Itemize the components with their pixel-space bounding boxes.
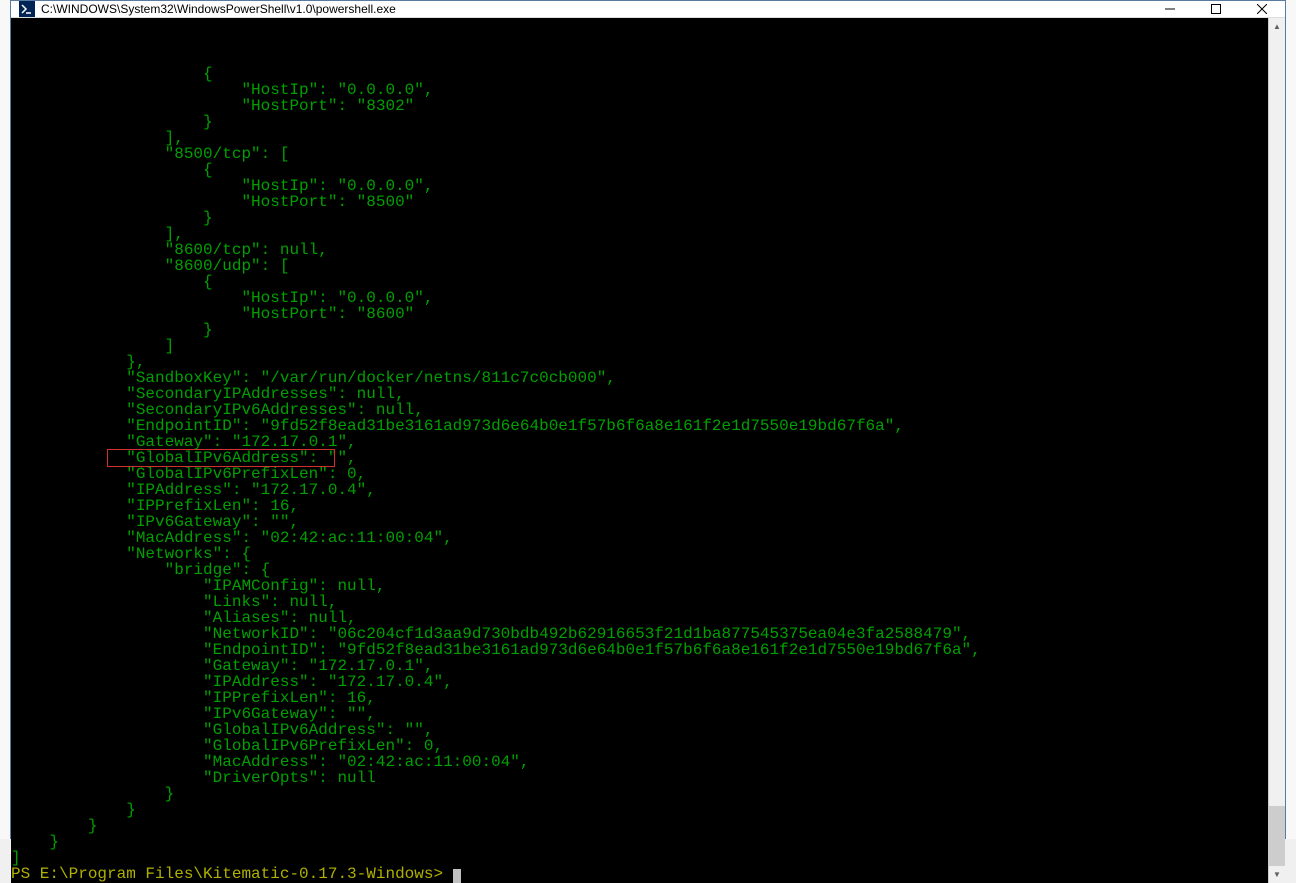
terminal-line: "IPPrefixLen": 16, (11, 498, 1268, 514)
terminal-line: "HostIp": "0.0.0.0", (11, 82, 1268, 98)
terminal-line: "HostIp": "0.0.0.0", (11, 290, 1268, 306)
window-title: C:\WINDOWS\System32\WindowsPowerShell\v1… (41, 2, 1147, 16)
terminal-line: ] (11, 850, 1268, 866)
terminal-line: } (11, 818, 1268, 834)
terminal-line: "Links": null, (11, 594, 1268, 610)
terminal-line: ] (11, 338, 1268, 354)
terminal-output[interactable]: { "HostIp": "0.0.0.0", "HostPort": "8302… (11, 18, 1268, 883)
terminal-line: "Gateway": "172.17.0.1", (11, 434, 1268, 450)
terminal-line: "Aliases": null, (11, 610, 1268, 626)
cursor (453, 869, 461, 883)
terminal-line: "SecondaryIPAddresses": null, (11, 386, 1268, 402)
terminal-line: } (11, 322, 1268, 338)
terminal-line: "GlobalIPv6PrefixLen": 0, (11, 738, 1268, 754)
scroll-track[interactable] (1269, 35, 1285, 866)
terminal-line: "EndpointID": "9fd52f8ead31be3161ad973d6… (11, 642, 1268, 658)
background-right-gutter (1286, 0, 1296, 839)
terminal-line: "8600/tcp": null, (11, 242, 1268, 258)
terminal-line: "GlobalIPv6Address": "", (11, 450, 1268, 466)
terminal-line: "IPAMConfig": null, (11, 578, 1268, 594)
terminal-line: "Networks": { (11, 546, 1268, 562)
titlebar[interactable]: C:\WINDOWS\System32\WindowsPowerShell\v1… (11, 1, 1285, 18)
maximize-button[interactable] (1193, 1, 1239, 17)
terminal-line: "DriverOpts": null (11, 770, 1268, 786)
terminal-line: } (11, 786, 1268, 802)
terminal-line: "MacAddress": "02:42:ac:11:00:04", (11, 530, 1268, 546)
minimize-button[interactable] (1147, 1, 1193, 17)
terminal-line: "GlobalIPv6PrefixLen": 0, (11, 466, 1268, 482)
background-left-gutter (0, 0, 10, 839)
terminal-line: "IPPrefixLen": 16, (11, 690, 1268, 706)
terminal-line: "IPv6Gateway": "", (11, 706, 1268, 722)
terminal-line: "IPAddress": "172.17.0.4", (11, 482, 1268, 498)
terminal-line: } (11, 114, 1268, 130)
window-controls (1147, 1, 1285, 17)
scroll-thumb[interactable] (1269, 806, 1285, 866)
powershell-icon (19, 1, 35, 17)
terminal-line: { (11, 162, 1268, 178)
terminal-line: "SecondaryIPv6Addresses": null, (11, 402, 1268, 418)
terminal-line: }, (11, 354, 1268, 370)
terminal-line: "EndpointID": "9fd52f8ead31be3161ad973d6… (11, 418, 1268, 434)
terminal-line: "HostPort": "8302" (11, 98, 1268, 114)
terminal-line: "8500/tcp": [ (11, 146, 1268, 162)
terminal-line: } (11, 802, 1268, 818)
powershell-window: C:\WINDOWS\System32\WindowsPowerShell\v1… (10, 0, 1286, 839)
terminal-line: "SandboxKey": "/var/run/docker/netns/811… (11, 370, 1268, 386)
terminal-line: "IPAddress": "172.17.0.4", (11, 674, 1268, 690)
terminal-line: "IPv6Gateway": "", (11, 514, 1268, 530)
terminal-line: ], (11, 130, 1268, 146)
terminal-line: "bridge": { (11, 562, 1268, 578)
prompt-line[interactable]: PS E:\Program Files\Kitematic-0.17.3-Win… (11, 866, 1268, 883)
terminal-line: "MacAddress": "02:42:ac:11:00:04", (11, 754, 1268, 770)
terminal-line: } (11, 834, 1268, 850)
terminal-line: ], (11, 226, 1268, 242)
terminal-area: { "HostIp": "0.0.0.0", "HostPort": "8302… (11, 18, 1285, 883)
terminal-line: "HostPort": "8500" (11, 194, 1268, 210)
terminal-line: { (11, 274, 1268, 290)
terminal-line: { (11, 66, 1268, 82)
terminal-line: } (11, 210, 1268, 226)
terminal-line: "HostPort": "8600" (11, 306, 1268, 322)
terminal-line: "Gateway": "172.17.0.1", (11, 658, 1268, 674)
vertical-scrollbar[interactable]: ▲ ▼ (1268, 18, 1285, 883)
close-button[interactable] (1239, 1, 1285, 17)
terminal-line: "8600/udp": [ (11, 258, 1268, 274)
scroll-up-arrow[interactable]: ▲ (1269, 18, 1285, 35)
terminal-line: "NetworkID": "06c204cf1d3aa9d730bdb492b6… (11, 626, 1268, 642)
terminal-line: "GlobalIPv6Address": "", (11, 722, 1268, 738)
terminal-line: "HostIp": "0.0.0.0", (11, 178, 1268, 194)
scroll-down-arrow[interactable]: ▼ (1269, 866, 1285, 883)
